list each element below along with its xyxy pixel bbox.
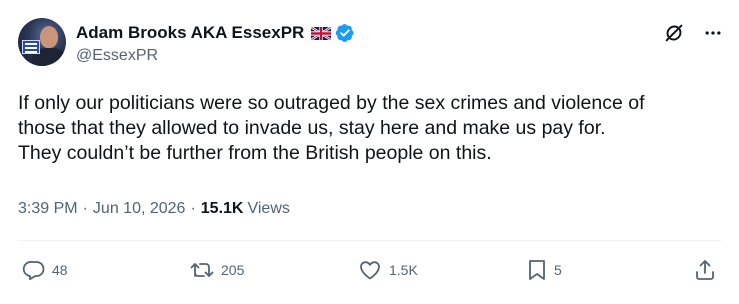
views-count: 15.1K (200, 200, 244, 217)
divider (18, 240, 721, 241)
bookmark-icon (529, 260, 545, 280)
like-count: 1.5K (389, 262, 418, 278)
author-handle[interactable]: @EssexPR (76, 47, 158, 65)
top-icons (663, 22, 723, 44)
bookmark-button[interactable]: 5 (526, 258, 562, 282)
avatar-sign (22, 40, 40, 54)
avatar-face (40, 26, 58, 48)
repost-icon (190, 263, 214, 277)
action-bar: 48 205 1.5K 5 (0, 258, 739, 288)
reply-button[interactable]: 48 (22, 258, 68, 282)
tweet-text: If only our politicians were so outraged… (18, 91, 728, 166)
views-label: Views (247, 200, 290, 217)
repost-button[interactable]: 205 (189, 258, 244, 282)
tweet-text-line: They couldn’t be further from the Britis… (18, 142, 492, 164)
tweet-time[interactable]: 3:39 PM (18, 200, 78, 218)
tweet-meta: 3:39 PM · Jun 10, 2026 · 15.1K Views (18, 200, 290, 218)
uk-flag-icon (311, 26, 332, 40)
tweet-text-line: If only our politicians were so outraged… (18, 92, 645, 114)
meta-separator: · (190, 200, 196, 217)
share-button[interactable] (693, 258, 717, 282)
tweet-card: Adam Brooks AKA EssexPR @EssexPR If only… (0, 0, 739, 304)
like-button[interactable]: 1.5K (357, 258, 418, 282)
avatar[interactable] (18, 18, 66, 66)
more-icon[interactable] (703, 23, 723, 43)
reply-count: 48 (52, 262, 68, 278)
verified-badge-icon (336, 24, 354, 42)
tweet-date[interactable]: Jun 10, 2026 (93, 200, 186, 218)
bookmark-count: 5 (554, 262, 562, 278)
author-display-name[interactable]: Adam Brooks AKA EssexPR (76, 23, 304, 43)
repost-count: 205 (221, 262, 245, 278)
tweet-text-line: those that they allowed to invade us, st… (18, 117, 606, 139)
heart-icon (360, 261, 380, 280)
grok-icon[interactable] (663, 22, 685, 44)
reply-icon (22, 261, 45, 281)
author-name-row: Adam Brooks AKA EssexPR (76, 21, 355, 45)
meta-separator: · (82, 200, 88, 217)
share-icon (696, 260, 714, 280)
